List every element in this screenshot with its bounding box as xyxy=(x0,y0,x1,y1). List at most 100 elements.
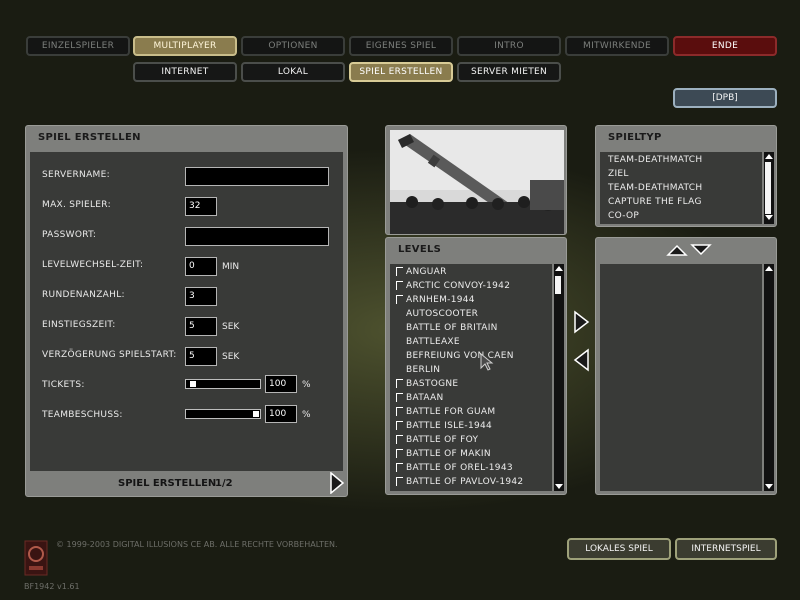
nav-mitwirkende[interactable]: MITWIRKENDE xyxy=(565,36,669,56)
create-game-panel: SPIEL ERSTELLEN SERVERNAME: MAX. SPIELER… xyxy=(25,125,348,497)
gametype-scroll-thumb[interactable] xyxy=(765,162,771,214)
logo-icon xyxy=(24,540,48,576)
spawn-time-unit: SEK xyxy=(222,322,240,332)
friendly-fire-unit: % xyxy=(302,410,311,420)
gametype-item[interactable]: TEAM-DEATHMATCH xyxy=(608,153,702,167)
levels-scroll-down-icon[interactable] xyxy=(554,483,564,491)
password-label: PASSWORT: xyxy=(42,230,97,240)
gametype-item[interactable]: CO-OP xyxy=(608,209,702,223)
nav-optionen[interactable]: OPTIONEN xyxy=(241,36,345,56)
levels-scrollbar[interactable] xyxy=(554,264,564,491)
servername-label: SERVERNAME: xyxy=(42,170,110,180)
level-item-label: ARNHEM-1944 xyxy=(406,295,475,305)
level-item-label: ANGUAR xyxy=(406,267,447,277)
level-item-label: BATAAN xyxy=(406,393,444,403)
level-flag-icon xyxy=(396,295,403,304)
mouse-cursor-icon xyxy=(480,353,494,371)
level-item[interactable]: AUTOSCOOTER xyxy=(394,307,550,321)
gametype-scroll-up-icon[interactable] xyxy=(764,152,774,160)
selected-levels-scrollbar[interactable] xyxy=(764,264,774,491)
subnav-spiel-erstellen[interactable]: SPIEL ERSTELLEN xyxy=(349,62,453,82)
copyright-text: © 1999-2003 DIGITAL ILLUSIONS CE AB. ALL… xyxy=(56,540,338,549)
level-item[interactable]: ANGUAR xyxy=(394,265,550,279)
level-item-label: AUTOSCOOTER xyxy=(406,309,479,319)
dpb-button[interactable]: [DPB] xyxy=(673,88,777,108)
gametype-list: TEAM-DEATHMATCH ZIEL TEAM-DEATHMATCH CAP… xyxy=(600,152,762,224)
level-change-label: LEVELWECHSEL-ZEIT: xyxy=(42,260,144,270)
move-down-arrow-icon[interactable] xyxy=(690,243,712,257)
tickets-input[interactable]: 100 xyxy=(265,375,297,393)
level-item[interactable]: BATTLE OF FOY xyxy=(394,433,550,447)
gametype-title: SPIELTYP xyxy=(608,132,662,143)
nav-multiplayer[interactable]: MULTIPLAYER xyxy=(133,36,237,56)
tickets-slider[interactable] xyxy=(185,379,261,389)
spawn-time-input[interactable]: 5 xyxy=(185,317,217,336)
gametype-item[interactable]: TEAM-DEATHMATCH xyxy=(608,181,702,195)
level-item[interactable]: BATTLEAXE xyxy=(394,335,550,349)
level-item[interactable]: ARCTIC CONVOY-1942 xyxy=(394,279,550,293)
level-item-label: BATTLE ISLE-1944 xyxy=(406,421,493,431)
move-up-arrow-icon[interactable] xyxy=(666,243,688,257)
tickets-label: TICKETS: xyxy=(42,380,85,390)
remove-level-arrow-icon[interactable] xyxy=(573,348,591,372)
level-flag-icon xyxy=(396,477,403,486)
friendly-fire-slider[interactable] xyxy=(185,409,261,419)
nav-einzelspieler[interactable]: EINZELSPIELER xyxy=(26,36,130,56)
gametype-item[interactable]: ZIEL xyxy=(608,167,702,181)
level-item[interactable]: ARNHEM-1944 xyxy=(394,293,550,307)
levels-scroll-up-icon[interactable] xyxy=(554,264,564,272)
level-item[interactable]: BATAAN xyxy=(394,391,550,405)
add-level-arrow-icon[interactable] xyxy=(573,310,591,334)
level-item[interactable]: BASTOGNE xyxy=(394,377,550,391)
level-item[interactable]: BATTLE FOR GUAM xyxy=(394,405,550,419)
level-item-label: BATTLE OF OREL-1943 xyxy=(406,463,513,473)
subnav-server-mieten[interactable]: SERVER MIETEN xyxy=(457,62,561,82)
internet-game-button[interactable]: INTERNETSPIEL xyxy=(675,538,777,560)
nav-eigenes-spiel[interactable]: EIGENES SPIEL xyxy=(349,36,453,56)
friendly-fire-label: TEAMBESCHUSS: xyxy=(42,410,123,420)
level-item[interactable]: BATTLE OF MAKIN xyxy=(394,447,550,461)
level-item[interactable]: BATTLE OF BRITAIN xyxy=(394,321,550,335)
level-flag-icon xyxy=(396,267,403,276)
level-item[interactable]: BATTLE ISLE-1944 xyxy=(394,419,550,433)
level-item-label: BATTLE FOR GUAM xyxy=(406,407,496,417)
level-item-label: BATTLE OF MAKIN xyxy=(406,449,491,459)
subnav-internet[interactable]: INTERNET xyxy=(133,62,237,82)
create-game-form: SERVERNAME: MAX. SPIELER: 32 PASSWORT: L… xyxy=(30,152,343,471)
friendly-fire-slider-knob[interactable] xyxy=(253,411,259,417)
subnav-lokal[interactable]: LOKAL xyxy=(241,62,345,82)
level-item-label: BATTLE OF PAVLOV-1942 xyxy=(406,477,524,487)
version-text: BF1942 v1.61 xyxy=(24,582,80,591)
gametype-item[interactable]: CAPTURE THE FLAG xyxy=(608,195,702,209)
max-players-input[interactable]: 32 xyxy=(185,197,217,216)
tickets-slider-knob[interactable] xyxy=(190,381,196,387)
level-flag-icon xyxy=(396,407,403,416)
level-flag-icon xyxy=(396,393,403,402)
form-page-indicator: 1/2 xyxy=(215,478,233,489)
level-item[interactable]: BEFREIUNG VON CAEN xyxy=(394,349,550,363)
next-page-arrow-icon[interactable] xyxy=(329,472,345,494)
rounds-label: RUNDENANZAHL: xyxy=(42,290,125,300)
level-item[interactable]: BERLIN xyxy=(394,363,550,377)
levels-scroll-thumb[interactable] xyxy=(555,276,561,294)
selected-levels-list xyxy=(600,264,762,491)
nav-ende[interactable]: ENDE xyxy=(673,36,777,56)
level-change-input[interactable]: 0 xyxy=(185,257,217,276)
selected-levels-panel xyxy=(595,237,777,495)
level-item[interactable]: BATTLE OF PAVLOV-1942 xyxy=(394,475,550,489)
selected-scroll-up-icon[interactable] xyxy=(764,264,774,272)
gametype-scroll-down-icon[interactable] xyxy=(764,214,774,222)
lan-game-button[interactable]: LOKALES SPIEL xyxy=(567,538,671,560)
start-delay-input[interactable]: 5 xyxy=(185,347,217,366)
level-flag-icon xyxy=(396,379,403,388)
friendly-fire-input[interactable]: 100 xyxy=(265,405,297,423)
servername-input[interactable] xyxy=(185,167,329,186)
password-input[interactable] xyxy=(185,227,329,246)
selected-scroll-down-icon[interactable] xyxy=(764,483,774,491)
level-flag-icon xyxy=(396,435,403,444)
nav-intro[interactable]: INTRO xyxy=(457,36,561,56)
rounds-input[interactable]: 3 xyxy=(185,287,217,306)
gametype-panel: SPIELTYP TEAM-DEATHMATCH ZIEL TEAM-DEATH… xyxy=(595,125,777,227)
map-preview-image xyxy=(390,130,564,234)
level-item[interactable]: BATTLE OF OREL-1943 xyxy=(394,461,550,475)
